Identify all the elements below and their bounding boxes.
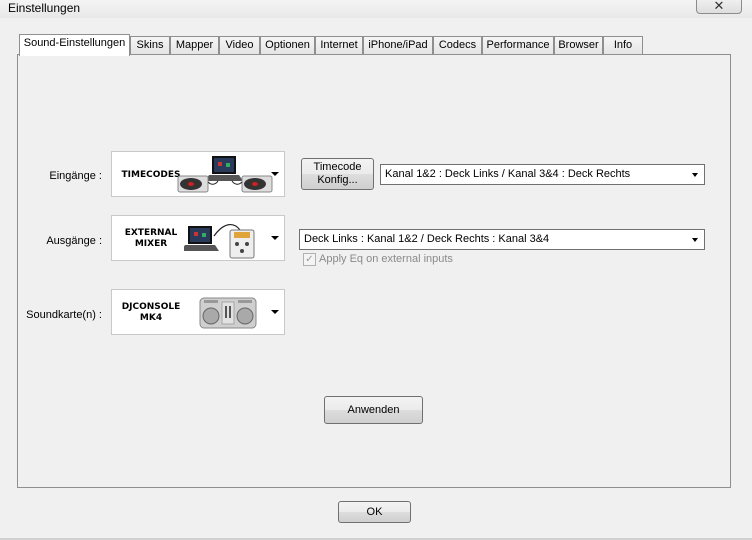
chevron-down-icon	[271, 310, 279, 314]
outputs-device-name-line2: MIXER	[134, 239, 168, 249]
chevron-down-icon	[692, 238, 698, 242]
outputs-routing-value: Deck Links : Kanal 1&2 / Deck Rechts : K…	[304, 233, 550, 245]
tab-info[interactable]: Info	[603, 36, 643, 55]
tab-iphone-ipad[interactable]: iPhone/iPad	[363, 36, 433, 55]
outputs-device-name-line1: EXTERNAL	[124, 228, 178, 238]
djconsole-controller-icon	[199, 297, 257, 329]
timecode-config-line2: Konfig...	[317, 174, 358, 186]
soundcard-device-select[interactable]: DJCONSOLE MK4	[111, 289, 285, 335]
soundcard-device-name-line2: MK4	[139, 313, 163, 323]
apply-eq-checkbox[interactable]: ✓	[303, 253, 316, 266]
tab-codecs[interactable]: Codecs	[433, 36, 482, 55]
tab-skins[interactable]: Skins	[130, 36, 170, 55]
tab-mapper[interactable]: Mapper	[170, 36, 219, 55]
chevron-down-icon	[271, 236, 279, 240]
close-icon: ✕	[713, 0, 725, 13]
soundcard-label: Soundkarte(n) :	[26, 309, 102, 321]
timecode-config-line1: Timecode	[313, 161, 362, 173]
tab-internet[interactable]: Internet	[315, 36, 363, 55]
inputs-device-select[interactable]: TIMECODES	[111, 151, 285, 197]
soundcard-device-name: DJCONSOLE MK4	[117, 302, 185, 324]
tab-video[interactable]: Video	[219, 36, 260, 55]
tab-optionen[interactable]: Optionen	[260, 36, 315, 55]
apply-eq-label: Apply Eq on external inputs	[319, 253, 453, 265]
chevron-down-icon	[692, 173, 698, 177]
title-bar: Einstellungen ✕	[0, 0, 752, 18]
inputs-routing-select[interactable]: Kanal 1&2 : Deck Links / Kanal 3&4 : Dec…	[380, 164, 705, 185]
inputs-routing-value: Kanal 1&2 : Deck Links / Kanal 3&4 : Dec…	[385, 168, 631, 180]
timecode-config-button[interactable]: Timecode Konfig...	[301, 158, 374, 190]
tab-browser[interactable]: Browser	[554, 36, 603, 55]
outputs-device-select[interactable]: EXTERNAL MIXER	[111, 215, 285, 261]
outputs-label: Ausgänge :	[46, 235, 102, 247]
tab-performance[interactable]: Performance	[482, 36, 554, 55]
close-button[interactable]: ✕	[696, 0, 742, 14]
outputs-routing-select[interactable]: Deck Links : Kanal 1&2 / Deck Rechts : K…	[299, 229, 705, 250]
ok-button[interactable]: OK	[338, 501, 411, 523]
inputs-device-name: TIMECODES	[121, 170, 181, 180]
tab-sound-settings[interactable]: Sound-Einstellungen	[19, 34, 130, 56]
laptop-mixer-icon	[184, 224, 255, 259]
outputs-device-name: EXTERNAL MIXER	[117, 228, 185, 250]
turntables-laptop-icon	[177, 156, 273, 193]
window-title: Einstellungen	[8, 1, 81, 15]
apply-button[interactable]: Anwenden	[324, 396, 423, 424]
soundcard-device-name-line1: DJCONSOLE	[121, 302, 181, 312]
inputs-label: Eingänge :	[49, 170, 102, 182]
chevron-down-icon	[271, 172, 279, 176]
